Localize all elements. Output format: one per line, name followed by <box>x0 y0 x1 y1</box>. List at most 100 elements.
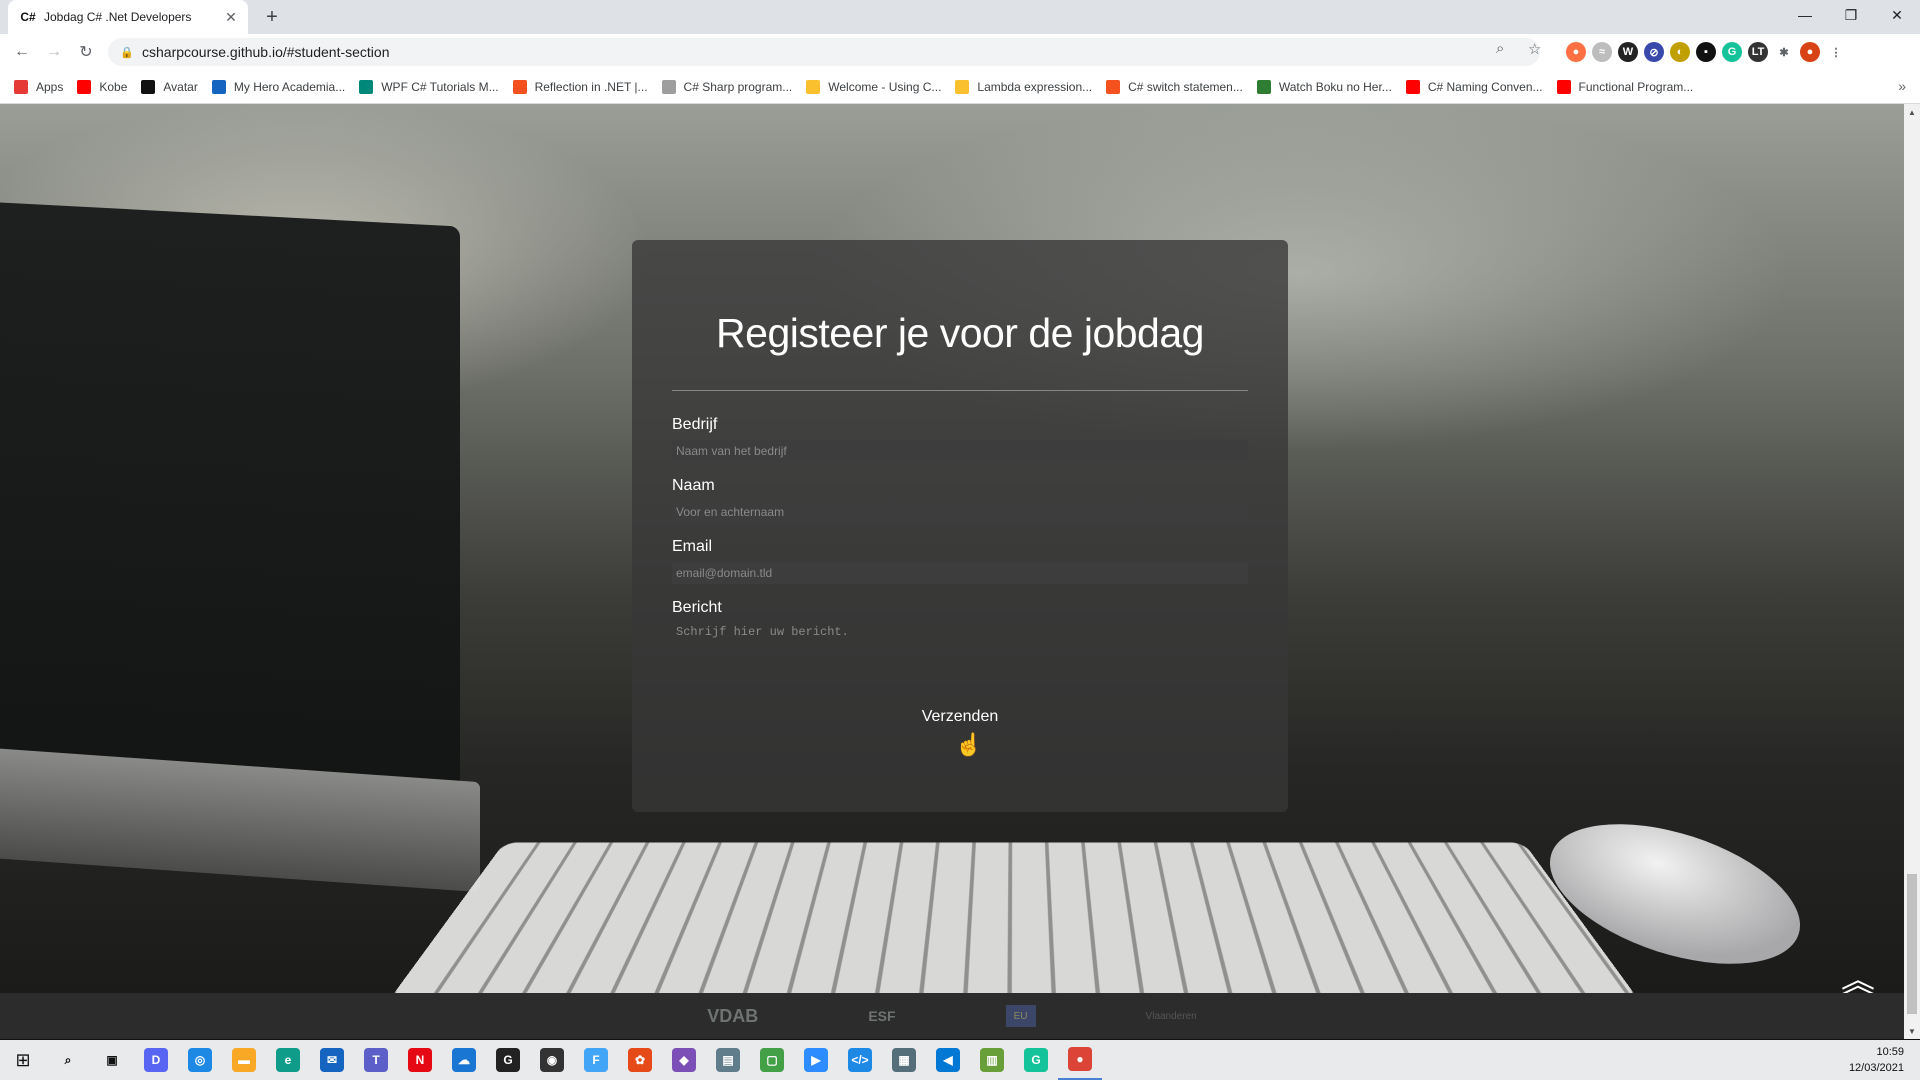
taskbar-button[interactable]: N <box>398 1040 442 1080</box>
bookmark-item[interactable]: Avatar <box>141 79 198 94</box>
reload-icon[interactable]: ↻ <box>74 40 98 64</box>
bookmark-item[interactable]: Kobe <box>77 79 127 94</box>
windows-start-icon[interactable]: ⊞ <box>0 1040 46 1080</box>
bookmark-item[interactable]: Apps <box>14 79 64 94</box>
zoom-icon[interactable]: ⌕ <box>1496 40 1504 57</box>
scrollbar-thumb[interactable] <box>1907 874 1917 1014</box>
bookmark-item[interactable]: Watch Boku no Her... <box>1256 79 1392 94</box>
scroll-down-arrow-icon[interactable]: ▼ <box>1904 1023 1920 1039</box>
esf-logo: ESF <box>868 1008 896 1024</box>
mail-icon: ✉ <box>320 1048 344 1072</box>
taskbar-button[interactable]: ▶ <box>794 1040 838 1080</box>
menu-dots-icon[interactable]: ⋮ <box>1826 42 1846 62</box>
bookmark-favicon-icon <box>359 79 374 94</box>
form-divider <box>672 390 1248 391</box>
bookmark-label: C# Sharp program... <box>683 79 793 94</box>
taskbar-button[interactable]: </> <box>838 1040 882 1080</box>
registration-form: Registeer je voor de jobdag Bedrijf Naam… <box>632 240 1288 812</box>
page-scrollbar[interactable]: ▲ ▼ <box>1904 104 1920 1039</box>
close-window-button[interactable]: ✕ <box>1874 0 1920 30</box>
bookmark-favicon-icon <box>955 79 970 94</box>
tab-close-icon[interactable]: ✕ <box>222 8 240 26</box>
bookmark-item[interactable]: Reflection in .NET |... <box>512 79 648 94</box>
name-input[interactable] <box>672 501 1248 523</box>
sponsor-footer: VDAB ESF EU Vlaanderen <box>0 993 1904 1039</box>
taskbar-button[interactable]: ▥ <box>970 1040 1014 1080</box>
taskbar-button[interactable]: ▤ <box>706 1040 750 1080</box>
back-icon[interactable]: ← <box>10 40 34 64</box>
onedrive-icon: ☁ <box>452 1048 476 1072</box>
taskbar-button[interactable]: ▣ <box>90 1040 134 1080</box>
bookmark-item[interactable]: Lambda expression... <box>955 79 1093 94</box>
taskbar-button[interactable]: ◎ <box>178 1040 222 1080</box>
taskbar-button[interactable]: ◆ <box>662 1040 706 1080</box>
browser-tab[interactable]: C# Jobdag C# .Net Developers ✕ <box>8 0 248 34</box>
taskbar-button[interactable]: ◉ <box>530 1040 574 1080</box>
maximize-button[interactable]: ❐ <box>1828 0 1874 30</box>
extensions-row: ● ≈ W ⊘ ◐ ▪ G LT ✱ ● ⋮ <box>1566 42 1846 62</box>
bookmark-label: Functional Program... <box>1578 79 1694 94</box>
taskbar-button[interactable]: ▬ <box>222 1040 266 1080</box>
taskbar-button[interactable]: e <box>266 1040 310 1080</box>
bookmark-label: Lambda expression... <box>977 79 1093 94</box>
bookmark-item[interactable]: C# Naming Conven... <box>1405 79 1543 94</box>
scroll-to-top-icon[interactable]: ︽ <box>1840 959 1876 994</box>
discord-icon: D <box>144 1048 168 1072</box>
taskbar-button[interactable]: F <box>574 1040 618 1080</box>
bookmark-label: Apps <box>36 79 64 94</box>
bookmark-label: Reflection in .NET |... <box>534 79 648 94</box>
netflix-icon: N <box>408 1048 432 1072</box>
bookmark-item[interactable]: Functional Program... <box>1556 79 1694 94</box>
taskbar-button[interactable]: ☁ <box>442 1040 486 1080</box>
extension-icon[interactable]: W <box>1618 42 1638 62</box>
taskbar-button[interactable]: ◀ <box>926 1040 970 1080</box>
taskbar-button[interactable]: ● <box>1058 1040 1102 1080</box>
bookmark-item[interactable]: My Hero Academia... <box>211 79 345 94</box>
chrome-icon: ● <box>1068 1047 1092 1071</box>
submit-button[interactable]: Verzenden <box>904 702 1016 732</box>
puzzle-icon[interactable]: ✱ <box>1774 42 1794 62</box>
name-label: Naam <box>672 477 715 494</box>
file-explorer-icon: ▬ <box>232 1048 256 1072</box>
bookmark-item[interactable]: C# Sharp program... <box>661 79 793 94</box>
taskbar-button[interactable]: ⌕ <box>46 1040 90 1080</box>
bookmark-star-icon[interactable]: ☆ <box>1528 40 1541 58</box>
extension-icon[interactable]: ▪ <box>1696 42 1716 62</box>
new-tab-button[interactable]: + <box>260 5 284 29</box>
extension-icon[interactable]: ≈ <box>1592 42 1612 62</box>
taskbar-button[interactable]: T <box>354 1040 398 1080</box>
bookmark-item[interactable]: WPF C# Tutorials M... <box>359 79 499 94</box>
taskbar-button[interactable]: ✿ <box>618 1040 662 1080</box>
taskbar-button[interactable]: G <box>486 1040 530 1080</box>
bookmark-favicon-icon <box>661 79 676 94</box>
more-bookmarks-icon[interactable]: » <box>1898 78 1906 94</box>
bookmark-label: Welcome - Using C... <box>828 79 942 94</box>
company-input[interactable] <box>672 440 1248 462</box>
email-input[interactable] <box>672 562 1248 584</box>
taskbar-button[interactable]: G <box>1014 1040 1058 1080</box>
search-icon: ⌕ <box>56 1048 80 1072</box>
taskbar-button[interactable]: D <box>134 1040 178 1080</box>
taskbar-button[interactable]: ▦ <box>882 1040 926 1080</box>
taskbar-button[interactable]: ✉ <box>310 1040 354 1080</box>
extension-icon[interactable]: ⊘ <box>1644 42 1664 62</box>
taskbar-button[interactable]: ▢ <box>750 1040 794 1080</box>
eu-flag-logo: EU <box>1005 1005 1036 1027</box>
app-f-icon: F <box>584 1048 608 1072</box>
task-view-icon: ▣ <box>100 1048 124 1072</box>
minimize-button[interactable]: — <box>1782 0 1828 30</box>
bookmark-item[interactable]: Welcome - Using C... <box>806 79 942 94</box>
app-shield-icon: ◉ <box>540 1048 564 1072</box>
lock-icon: 🔒 <box>120 46 134 59</box>
extension-icon[interactable]: LT <box>1748 42 1768 62</box>
bookmark-item[interactable]: C# switch statemen... <box>1106 79 1243 94</box>
grammarly-extension-icon[interactable]: G <box>1722 42 1742 62</box>
extension-icon[interactable]: ◐ <box>1670 42 1690 62</box>
address-bar[interactable]: 🔒 csharpcourse.github.io/#student-sectio… <box>108 38 1540 66</box>
scroll-up-arrow-icon[interactable]: ▲ <box>1904 104 1920 120</box>
extension-icon[interactable]: ● <box>1566 42 1586 62</box>
system-clock[interactable]: 10:59 12/03/2021 <box>1849 1044 1904 1076</box>
forward-icon[interactable]: → <box>42 40 66 64</box>
clock-date: 12/03/2021 <box>1848 1062 1904 1074</box>
profile-avatar[interactable]: ● <box>1800 42 1820 62</box>
